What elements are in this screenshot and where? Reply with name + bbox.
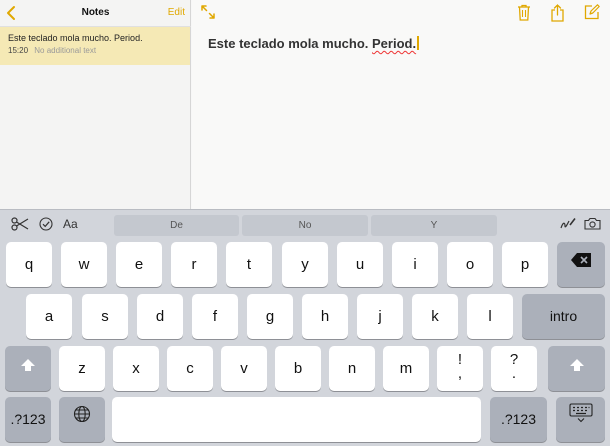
note-body-text[interactable]: Este teclado mola mucho. Period. <box>208 36 419 51</box>
key-a[interactable]: a <box>26 294 72 339</box>
note-list-item[interactable]: Este teclado mola mucho. Period. 15:20 N… <box>0 27 190 65</box>
text-caret <box>417 36 419 50</box>
key-comma-label: , <box>457 365 463 382</box>
key-n[interactable]: n <box>329 346 375 391</box>
key-question-period[interactable]: ? . <box>491 346 537 391</box>
note-editor[interactable]: Este teclado mola mucho. Period. <box>192 0 610 209</box>
space-bar[interactable] <box>112 397 481 442</box>
note-body-plain: Este teclado mola mucho. <box>208 36 372 51</box>
sidebar-header: Notes Edit <box>0 0 191 27</box>
key-period-label: . <box>511 365 517 382</box>
key-p[interactable]: p <box>502 242 548 287</box>
key-c[interactable]: c <box>167 346 213 391</box>
trash-icon[interactable] <box>517 4 531 26</box>
key-z[interactable]: z <box>59 346 105 391</box>
key-m[interactable]: m <box>383 346 429 391</box>
keyboard-dismiss-icon <box>568 396 593 441</box>
numbers-key-right[interactable]: .?123 <box>490 397 547 442</box>
shift-key-right[interactable] <box>548 346 605 391</box>
key-k[interactable]: k <box>412 294 458 339</box>
handwriting-icon[interactable] <box>560 217 576 236</box>
key-j[interactable]: j <box>357 294 403 339</box>
backspace-icon <box>570 241 592 286</box>
note-item-time: 15:20 <box>8 46 29 55</box>
key-b[interactable]: b <box>275 346 321 391</box>
shortcut-bar: Aa De No Y <box>0 210 610 239</box>
key-exclamation-comma[interactable]: ! , <box>437 346 483 391</box>
return-key[interactable]: intro <box>522 294 605 339</box>
key-y[interactable]: y <box>282 242 328 287</box>
key-g[interactable]: g <box>247 294 293 339</box>
scissors-icon[interactable] <box>11 217 29 236</box>
shift-icon <box>20 345 36 390</box>
key-f[interactable]: f <box>192 294 238 339</box>
share-icon[interactable] <box>550 4 565 27</box>
key-x[interactable]: x <box>113 346 159 391</box>
key-o[interactable]: o <box>447 242 493 287</box>
numbers-key-left[interactable]: .?123 <box>5 397 51 442</box>
compose-icon[interactable] <box>584 4 600 25</box>
key-e[interactable]: e <box>116 242 162 287</box>
key-s[interactable]: s <box>82 294 128 339</box>
shift-icon <box>569 345 585 390</box>
key-l[interactable]: l <box>467 294 513 339</box>
globe-key[interactable] <box>59 397 105 442</box>
onscreen-keyboard: Aa De No Y q w e r t y u i o p a s d f g… <box>0 209 610 446</box>
misspelled-word[interactable]: Period. <box>372 36 416 51</box>
sidebar-title: Notes <box>81 7 110 18</box>
shift-key-left[interactable] <box>5 346 51 391</box>
backspace-key[interactable] <box>557 242 605 287</box>
key-i[interactable]: i <box>392 242 438 287</box>
key-v[interactable]: v <box>221 346 267 391</box>
suggestion-3[interactable]: Y <box>371 215 497 236</box>
key-q[interactable]: q <box>6 242 52 287</box>
edit-button[interactable]: Edit <box>168 7 185 18</box>
globe-icon <box>73 396 91 441</box>
expand-icon[interactable] <box>201 5 215 24</box>
note-item-meta: 15:20 No additional text <box>8 46 190 55</box>
suggestion-2[interactable]: No <box>242 215 368 236</box>
key-r[interactable]: r <box>171 242 217 287</box>
suggestion-1[interactable]: De <box>114 215 239 236</box>
note-item-title: Este teclado mola mucho. Period. <box>8 33 143 43</box>
key-t[interactable]: t <box>226 242 272 287</box>
text-format-icon[interactable]: Aa <box>63 217 78 231</box>
key-h[interactable]: h <box>302 294 348 339</box>
key-w[interactable]: w <box>61 242 107 287</box>
dismiss-keyboard-key[interactable] <box>556 397 605 442</box>
notes-sidebar: Notes Edit Este teclado mola mucho. Peri… <box>0 0 191 209</box>
note-item-preview: No additional text <box>34 46 97 55</box>
key-u[interactable]: u <box>337 242 383 287</box>
camera-icon[interactable] <box>584 217 601 235</box>
checkmark-circle-icon[interactable] <box>39 217 53 236</box>
key-d[interactable]: d <box>137 294 183 339</box>
